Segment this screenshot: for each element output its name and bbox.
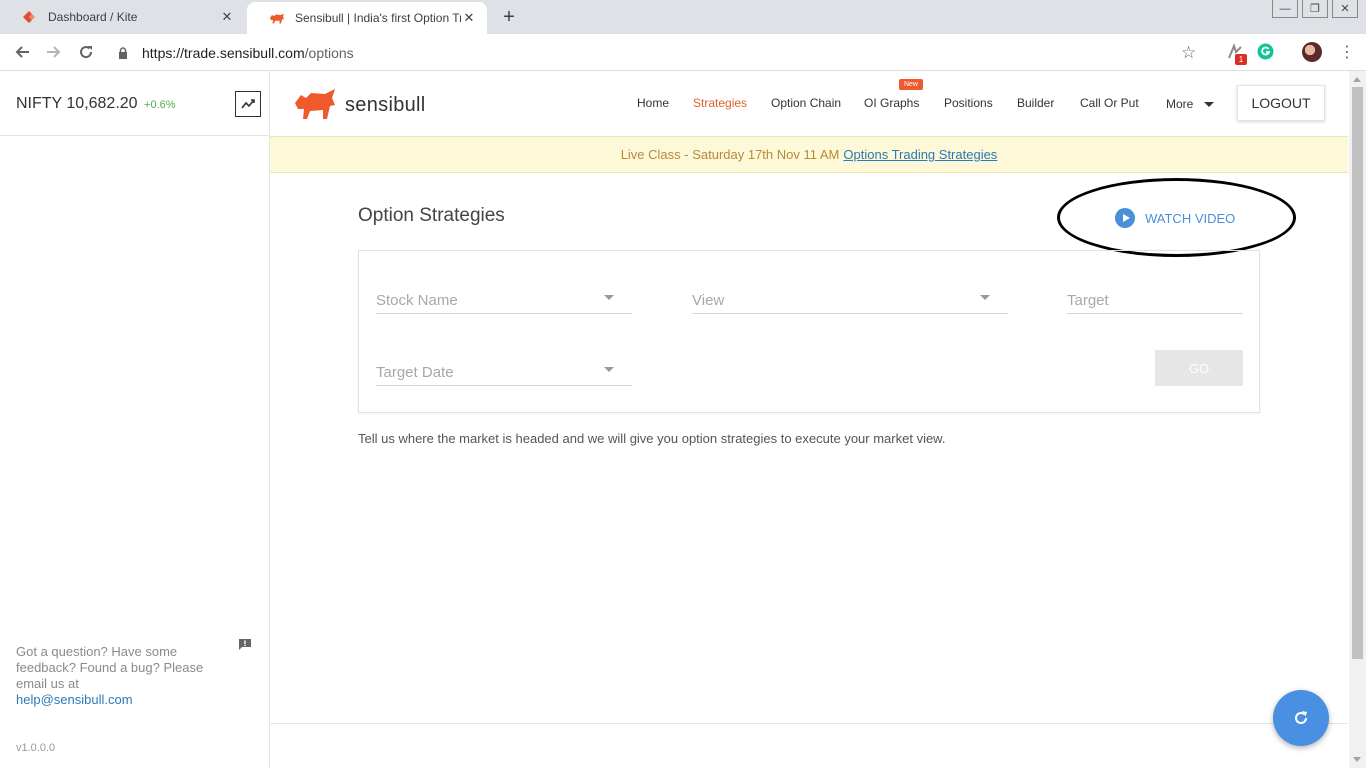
window-controls: — ❐ ✕ xyxy=(1268,0,1358,18)
feedback-text: Got a question? Have some feedback? Foun… xyxy=(16,644,221,708)
target-date-select[interactable]: Target Date xyxy=(376,362,632,386)
divider xyxy=(0,135,269,136)
reload-icon[interactable] xyxy=(76,42,96,62)
chevron-down-icon xyxy=(1204,101,1215,107)
sensibull-logo[interactable]: sensibull xyxy=(293,89,426,121)
new-tab-icon[interactable]: + xyxy=(498,6,520,29)
logout-button[interactable]: LOGOUT xyxy=(1237,85,1325,121)
index-value: 10,682.20 xyxy=(66,95,138,112)
banner-text: Live Class - Saturday 17th Nov 11 AM xyxy=(620,147,840,162)
browser-tab-bar: Dashboard / Kite ✕ Sensibull | India's f… xyxy=(0,0,1366,34)
tab-sensibull[interactable]: Sensibull | India's first Option Tra ✕ xyxy=(247,2,487,34)
stock-name-select[interactable]: Stock Name xyxy=(376,290,632,314)
watch-video-button[interactable]: WATCH VIDEO xyxy=(1115,208,1235,228)
new-badge: New xyxy=(899,79,923,90)
nav-option-chain[interactable]: Option Chain xyxy=(771,96,841,110)
trend-chart-icon[interactable] xyxy=(235,91,261,117)
watch-video-label: WATCH VIDEO xyxy=(1145,210,1236,226)
browser-toolbar: https://trade.sensibull.com/options ☆ 1 … xyxy=(0,34,1366,71)
window-close-icon[interactable]: ✕ xyxy=(1332,0,1358,18)
close-icon[interactable]: ✕ xyxy=(461,10,477,26)
announcement-banner: Live Class - Saturday 17th Nov 11 AM Opt… xyxy=(270,136,1348,173)
view-select[interactable]: View xyxy=(692,290,1008,314)
bookmark-star-icon[interactable]: ☆ xyxy=(1181,43,1196,63)
go-button[interactable]: GO xyxy=(1155,350,1243,386)
play-icon xyxy=(1115,208,1135,228)
kite-logo-icon xyxy=(22,9,38,25)
refresh-icon xyxy=(1295,711,1308,724)
grammarly-icon[interactable] xyxy=(1257,43,1275,61)
restore-icon[interactable]: ❐ xyxy=(1302,0,1328,18)
url-path: /options xyxy=(304,45,354,61)
view-placeholder: View xyxy=(692,292,725,309)
nav-more-dropdown[interactable]: More xyxy=(1166,97,1215,111)
target-input[interactable]: Target xyxy=(1067,290,1243,314)
nav-home[interactable]: Home xyxy=(637,96,669,110)
nav-positions[interactable]: Positions xyxy=(944,96,993,110)
more-label: More xyxy=(1166,97,1194,111)
scroll-up-icon[interactable] xyxy=(1353,77,1361,82)
feedback-email-link[interactable]: help@sensibull.com xyxy=(16,692,221,708)
left-sidebar: NIFTY 10,682.20 +0.6% Got a question? Ha… xyxy=(0,71,270,768)
bull-logo-icon xyxy=(295,89,335,119)
tab-title: Sensibull | India's first Option Tra xyxy=(295,11,461,25)
strategy-description: Tell us where the market is headed and w… xyxy=(358,431,946,446)
strategy-form-card xyxy=(358,250,1260,413)
footer-divider xyxy=(270,723,1348,724)
banner-link[interactable]: Options Trading Strategies xyxy=(843,147,997,162)
feedback-message: Got a question? Have some feedback? Foun… xyxy=(16,644,204,691)
stock-name-placeholder: Stock Name xyxy=(376,292,458,309)
sensibull-favicon-icon xyxy=(269,10,285,26)
forward-icon[interactable] xyxy=(44,42,64,62)
scroll-down-icon[interactable] xyxy=(1353,757,1361,762)
tab-dashboard-kite[interactable]: Dashboard / Kite ✕ xyxy=(0,0,245,34)
url-host: https://trade.sensibull.com xyxy=(142,45,305,61)
nav-builder[interactable]: Builder xyxy=(1017,96,1054,110)
scrollbar-thumb[interactable] xyxy=(1352,87,1363,659)
lock-icon xyxy=(116,47,130,59)
index-change: +0.6% xyxy=(144,99,176,111)
address-bar[interactable]: https://trade.sensibull.com/options xyxy=(116,40,1212,66)
browser-menu-icon[interactable]: ⋮ xyxy=(1339,42,1355,62)
nifty-ticker: NIFTY 10,682.20 +0.6% xyxy=(16,95,176,113)
nav-strategies[interactable]: Strategies xyxy=(693,96,747,110)
nav-oi-graphs[interactable]: OI Graphs xyxy=(864,96,919,110)
page-scrollbar[interactable] xyxy=(1349,71,1366,768)
tab-title: Dashboard / Kite xyxy=(48,10,138,24)
back-icon[interactable] xyxy=(12,42,32,62)
dropdown-arrow-icon xyxy=(604,295,614,300)
close-icon[interactable]: ✕ xyxy=(219,9,235,25)
target-placeholder: Target xyxy=(1067,292,1109,309)
dropdown-arrow-icon xyxy=(980,295,990,300)
nav-call-or-put[interactable]: Call Or Put xyxy=(1080,96,1139,110)
refresh-fab-button[interactable] xyxy=(1273,690,1329,746)
dropdown-arrow-icon xyxy=(604,367,614,372)
profile-avatar[interactable] xyxy=(1302,42,1322,62)
app-version: v1.0.0.0 xyxy=(16,742,56,754)
target-date-placeholder: Target Date xyxy=(376,364,454,381)
index-name: NIFTY xyxy=(16,95,62,112)
feedback-icon[interactable] xyxy=(238,637,252,650)
brand-name: sensibull xyxy=(345,93,426,116)
minimize-icon[interactable]: — xyxy=(1272,0,1298,18)
extension-badge: 1 xyxy=(1235,54,1247,65)
page-title: Option Strategies xyxy=(358,205,505,226)
